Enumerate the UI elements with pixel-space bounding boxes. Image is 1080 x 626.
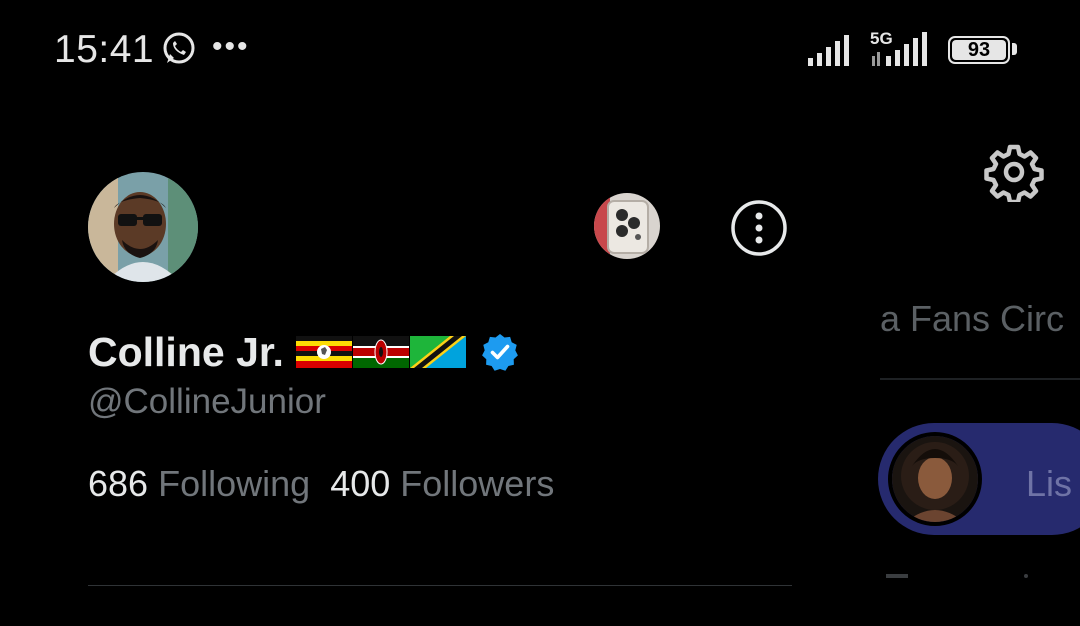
more-notifications-icon: •••	[212, 30, 250, 63]
battery-icon: 93	[948, 36, 1010, 64]
followers-label: Followers	[400, 463, 555, 504]
followers-count: 400	[330, 463, 391, 504]
uganda-flag-icon	[295, 336, 352, 368]
more-options-icon[interactable]	[730, 199, 788, 257]
battery-nub	[1012, 43, 1017, 55]
following-link[interactable]: 686 Following	[88, 463, 310, 504]
profile-handle[interactable]: @CollineJunior	[88, 382, 326, 422]
settings-gear-icon[interactable]	[984, 142, 1044, 202]
space-host-avatar	[888, 432, 982, 526]
kenya-flag-icon	[352, 336, 409, 368]
tanzania-flag-icon	[409, 336, 466, 368]
battery-level: 93	[967, 39, 991, 61]
listen-label[interactable]: Lis	[1026, 463, 1072, 505]
5g-signal-icon	[872, 32, 927, 66]
profile-avatar[interactable]	[88, 172, 198, 282]
drawer-divider	[88, 585, 792, 586]
whatsapp-icon	[163, 32, 195, 64]
display-name[interactable]: Colline Jr.	[88, 329, 284, 376]
background-divider	[880, 378, 1080, 380]
following-label: Following	[158, 463, 311, 504]
following-count: 686	[88, 463, 149, 504]
fans-circle-label: a Fans Circ	[880, 298, 1065, 339]
profile-name-row[interactable]: Colline Jr.	[88, 326, 520, 378]
signal-icon	[808, 35, 849, 66]
verified-badge-icon[interactable]	[480, 332, 520, 372]
background-meta-text	[886, 574, 1028, 578]
switch-account-avatar[interactable]	[594, 193, 660, 259]
followers-link[interactable]: 400 Followers	[330, 463, 554, 504]
status-time: 15:41	[54, 28, 155, 71]
profile-stats: 686 Following 400 Followers	[88, 463, 554, 505]
